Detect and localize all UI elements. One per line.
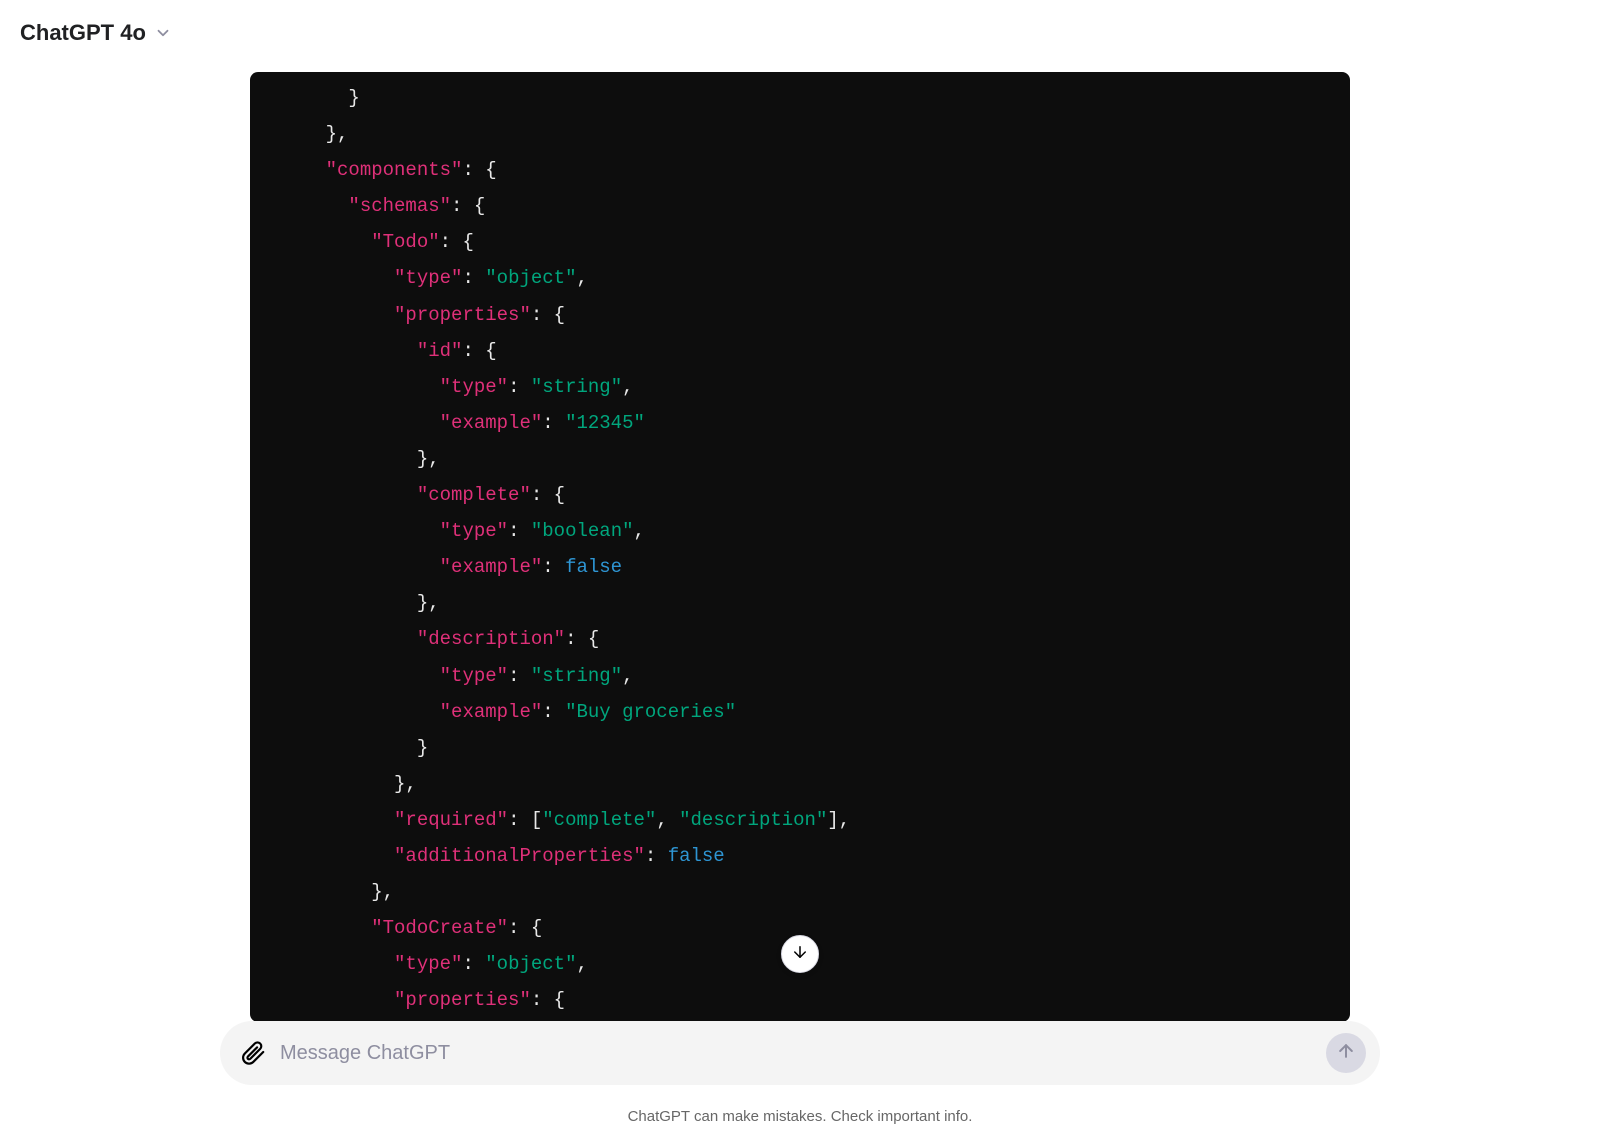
scroll-to-bottom-button[interactable]: [781, 935, 819, 973]
code-line: "properties": {: [280, 982, 1320, 1018]
code-line: "additionalProperties": false: [280, 838, 1320, 874]
code-line: "id": {: [280, 333, 1320, 369]
chevron-down-icon: [154, 24, 172, 42]
code-line: "properties": {: [280, 297, 1320, 333]
code-line: "Todo": {: [280, 224, 1320, 260]
code-line: "example": "12345": [280, 405, 1320, 441]
code-line: "type": "string",: [280, 369, 1320, 405]
code-block: } }, "components": { "schemas": { "Todo"…: [250, 72, 1350, 1022]
code-line: },: [280, 116, 1320, 152]
code-line: "schemas": {: [280, 188, 1320, 224]
model-selector[interactable]: ChatGPT 4o: [20, 20, 172, 46]
code-line: "example": false: [280, 549, 1320, 585]
code-line: "example": "Buy groceries": [280, 694, 1320, 730]
code-line: "type": "object",: [280, 260, 1320, 296]
disclaimer-text: ChatGPT can make mistakes. Check importa…: [628, 1108, 973, 1125]
code-line: "type": "string",: [280, 658, 1320, 694]
conversation-area: } }, "components": { "schemas": { "Todo"…: [250, 72, 1350, 1022]
code-line: }: [280, 80, 1320, 116]
arrow-up-icon: [1336, 1041, 1356, 1066]
composer: [220, 1021, 1380, 1085]
arrow-down-icon: [791, 943, 809, 966]
code-line: }: [280, 730, 1320, 766]
model-name: ChatGPT 4o: [20, 20, 146, 46]
code-line: "type": "boolean",: [280, 513, 1320, 549]
code-line: },: [280, 766, 1320, 802]
code-line: "complete": {: [280, 477, 1320, 513]
send-button[interactable]: [1326, 1033, 1366, 1073]
code-line: },: [280, 585, 1320, 621]
code-line: },: [280, 874, 1320, 910]
code-line: "components": {: [280, 152, 1320, 188]
code-line: },: [280, 441, 1320, 477]
code-line: "description": {: [280, 621, 1320, 657]
attach-button[interactable]: [240, 1040, 266, 1066]
message-input[interactable]: [280, 1042, 1312, 1065]
code-line: "required": ["complete", "description"],: [280, 802, 1320, 838]
